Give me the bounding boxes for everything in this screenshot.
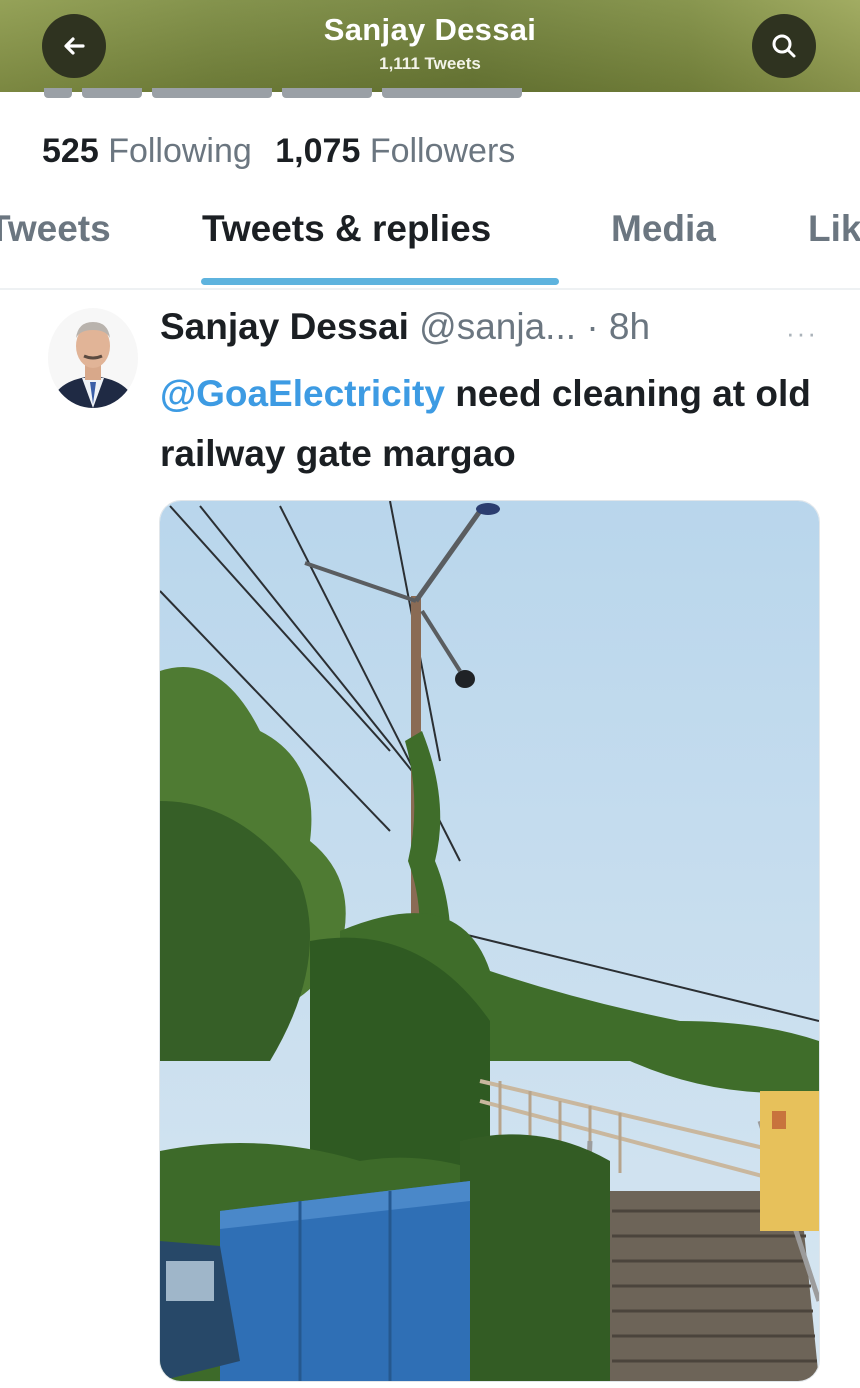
author-name[interactable]: Sanjay Dessai <box>160 306 409 347</box>
author-handle[interactable]: @sanja... <box>419 306 576 347</box>
profile-header: Sanjay Dessai 1,111 Tweets <box>0 0 860 92</box>
tab-tweets[interactable]: Tweets <box>0 208 111 250</box>
search-icon <box>772 34 796 58</box>
tab-media[interactable]: Media <box>611 208 716 250</box>
tweet-time[interactable]: · 8h <box>586 306 650 347</box>
following-count[interactable]: 525 <box>42 132 99 170</box>
tweet-text: @GoaElectricity need cleaning at old rai… <box>160 364 840 484</box>
avatar[interactable] <box>48 308 138 408</box>
tab-tweets-and-replies[interactable]: Tweets & replies <box>202 208 491 250</box>
mention-link[interactable]: @GoaElectricity <box>160 373 445 414</box>
clipped-profile-row <box>44 88 564 98</box>
followers-label[interactable]: Followers <box>370 132 515 170</box>
photo-image <box>160 501 819 1381</box>
tweet-header: Sanjay Dessai @sanja... · 8h <box>160 306 650 348</box>
following-label[interactable]: Following <box>108 132 252 170</box>
avatar-photo <box>48 308 138 408</box>
active-tab-indicator <box>201 278 559 285</box>
search-button[interactable] <box>752 14 816 78</box>
header-title: Sanjay Dessai <box>323 12 537 47</box>
more-icon[interactable]: ··· <box>786 318 818 349</box>
followers-count[interactable]: 1,075 <box>275 132 360 170</box>
profile-tabs: Tweets Tweets & replies Media Lik <box>0 208 860 288</box>
tweet-photo[interactable] <box>159 500 820 1382</box>
follow-stats: 525 Following 1,075 Followers <box>42 132 529 171</box>
tweet-count: 1,111 Tweets <box>379 54 481 73</box>
tab-likes[interactable]: Lik <box>808 208 860 250</box>
divider <box>0 288 860 290</box>
